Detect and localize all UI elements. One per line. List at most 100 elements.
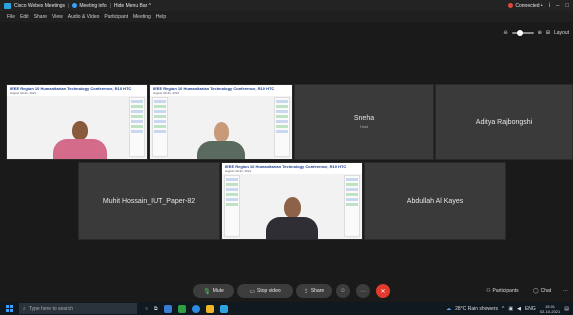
participant-head	[283, 197, 301, 218]
meeting-info-link[interactable]: Meeting info	[79, 3, 106, 9]
webex-logo-icon	[4, 2, 11, 9]
menu-meeting[interactable]: Meeting	[133, 14, 151, 20]
menu-bar: File Edit Share View Audio & Video Parti…	[0, 11, 573, 22]
windows-taskbar: ⌕ Type here to search ○ ⧉ ☁ 28°C Rain sh…	[0, 302, 573, 315]
banner-side-panel-right	[344, 175, 360, 237]
language-indicator[interactable]: ENG	[525, 306, 536, 312]
task-view-icon[interactable]: ⧉	[154, 306, 158, 312]
connection-label: Connected •	[515, 2, 543, 9]
reactions-button[interactable]: ☺	[336, 284, 350, 298]
menu-file[interactable]: File	[7, 14, 15, 20]
hide-menu-bar-button[interactable]: Hide Menu Bar ^	[114, 3, 151, 9]
notification-icon[interactable]: ▤	[564, 306, 569, 312]
connection-status[interactable]: Connected •	[508, 2, 543, 9]
zoom-out-icon[interactable]: ⊖	[503, 30, 507, 36]
smiley-icon: ☺	[339, 288, 347, 294]
menu-help[interactable]: Help	[156, 14, 166, 20]
participant-tile-abdullah[interactable]: Abdullah Al Kayes	[364, 162, 506, 240]
cortana-icon[interactable]: ○	[145, 306, 148, 312]
menu-audio-video[interactable]: Audio & Video	[68, 14, 100, 20]
participant-head	[213, 122, 229, 142]
participant-body	[266, 217, 318, 239]
participants-label: Participants	[492, 288, 519, 294]
system-tray: ☁ 28°C Rain showers ^ ▣ ◀ ENG 15:01 02-1…	[446, 304, 573, 314]
banner-subtitle: August 30-31, 2021	[225, 169, 252, 173]
zoom-slider-knob[interactable]	[516, 30, 523, 36]
banner-subtitle: August 30-31, 2021	[153, 91, 180, 95]
participant-tile-sneha[interactable]: Sneha Host	[294, 84, 434, 160]
video-tile-1[interactable]: IEEE Region 10 Humanitarian Technology C…	[6, 84, 148, 160]
app-title: Cisco Webex Meetings	[14, 2, 66, 9]
title-separator: |	[68, 2, 70, 9]
participant-body	[197, 141, 245, 159]
network-icon[interactable]: ▣	[508, 306, 513, 312]
menu-participant[interactable]: Participant	[104, 14, 128, 20]
more-dots-icon: ⋯	[360, 288, 366, 295]
clock[interactable]: 15:01 02-10-2021	[540, 304, 560, 314]
volume-icon[interactable]: ◀	[517, 306, 521, 312]
menu-edit[interactable]: Edit	[20, 14, 29, 20]
participant-name: Abdullah Al Kayes	[406, 197, 464, 205]
microphone-icon: 🎙	[203, 288, 211, 295]
participant-tile-aditya[interactable]: Aditya Rajbongshi	[435, 84, 573, 160]
banner-side-panel	[129, 97, 145, 157]
participants-button[interactable]: ⚇ Participants	[486, 285, 519, 297]
weather-icon: ☁	[446, 305, 452, 312]
mute-label: Mute	[212, 288, 224, 294]
participant-video	[52, 121, 107, 159]
close-icon: ✕	[380, 288, 386, 295]
share-icon: ⇪	[303, 288, 309, 295]
participants-icon: ⚇	[486, 288, 491, 294]
search-icon: ⌕	[23, 305, 26, 312]
maximize-icon[interactable]: □	[565, 3, 569, 9]
clock-date: 02-10-2021	[539, 308, 561, 314]
participant-video	[197, 122, 245, 159]
taskbar-pinned-apps: ○ ⧉	[145, 304, 228, 313]
menu-view[interactable]: View	[52, 14, 63, 20]
webex-taskbar-icon[interactable]	[219, 304, 228, 313]
title-separator-2: |	[109, 2, 111, 9]
chat-button[interactable]: ◯ Chat	[533, 285, 551, 297]
video-tile-2[interactable]: IEEE Region 10 Humanitarian Technology C…	[149, 84, 293, 160]
zoom-in-icon[interactable]: ⊕	[538, 30, 542, 36]
chat-icon: ◯	[533, 288, 539, 294]
windows-start-icon[interactable]	[6, 305, 13, 312]
connection-dot-icon	[508, 3, 514, 8]
banner-side-panel-left	[152, 97, 168, 157]
file-explorer-icon[interactable]	[205, 304, 214, 313]
conference-banner: IEEE Region 10 Humanitarian Technology C…	[150, 85, 292, 96]
chrome-icon[interactable]	[191, 304, 200, 313]
title-right: Connected • i – □	[508, 3, 569, 9]
share-button[interactable]: ⇪ Share	[296, 284, 332, 298]
layout-grid-icon[interactable]: ⊞	[546, 30, 550, 36]
participant-role: Host	[359, 124, 369, 129]
share-label: Share	[310, 288, 325, 294]
taskbar-search[interactable]: ⌕ Type here to search	[19, 303, 137, 314]
more-panels-icon[interactable]: ⋯	[563, 285, 568, 297]
end-call-button[interactable]: ✕	[376, 284, 390, 298]
info-i-icon[interactable]: i	[549, 3, 550, 9]
video-tile-3[interactable]: IEEE Region 10 Humanitarian Technology C…	[221, 162, 363, 240]
info-icon[interactable]	[72, 3, 78, 8]
participant-head	[71, 121, 88, 140]
tray-chevron-icon[interactable]: ^	[502, 306, 504, 312]
layout-controls: ⊖ ⊕ ⊞ Layout	[503, 30, 569, 36]
weather-text[interactable]: 28°C Rain showers	[455, 306, 498, 312]
mute-button[interactable]: 🎙 Mute	[193, 284, 234, 298]
minimize-icon[interactable]: –	[556, 3, 559, 9]
stop-video-label: Stop video	[257, 288, 281, 294]
banner-side-panel-left	[224, 175, 240, 237]
search-placeholder: Type here to search	[28, 305, 74, 312]
banner-side-panel-right	[274, 97, 290, 157]
camera-icon: ▭	[249, 288, 256, 295]
participant-tile-muhit[interactable]: Muhit Hossain_IUT_Paper-82	[78, 162, 220, 240]
layout-button[interactable]: Layout	[554, 30, 569, 36]
edge-icon[interactable]	[163, 304, 172, 313]
participant-name: Sneha	[353, 115, 375, 122]
store-icon[interactable]	[177, 304, 186, 313]
zoom-slider[interactable]	[511, 30, 534, 36]
menu-share[interactable]: Share	[34, 14, 47, 20]
stop-video-button[interactable]: ▭ Stop video	[237, 284, 293, 298]
chat-label: Chat	[540, 288, 552, 294]
more-options-button[interactable]: ⋯	[356, 284, 370, 298]
